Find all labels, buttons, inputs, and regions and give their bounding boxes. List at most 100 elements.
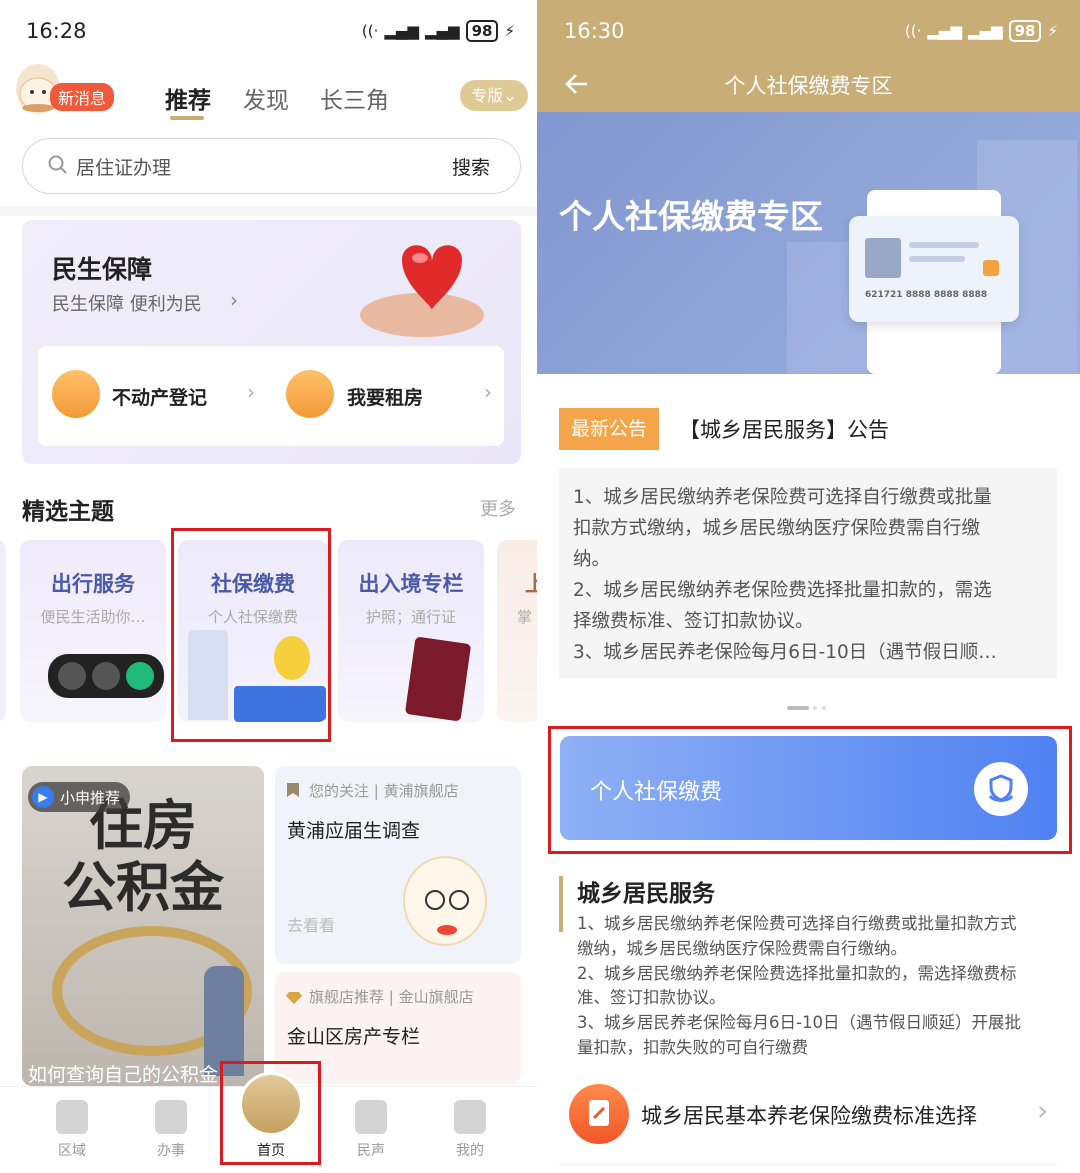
nav-profile[interactable]: 我的	[430, 1100, 510, 1160]
featured-more-link[interactable]: 更多	[480, 495, 516, 521]
notice-title: 【城乡居民服务】公告	[679, 418, 889, 442]
nav-label: 我的	[456, 1143, 484, 1159]
chevron-right-icon: ›	[230, 288, 238, 312]
chip-icon	[983, 260, 999, 276]
pager-dot-active	[787, 706, 809, 710]
battery-icon: 98	[1008, 20, 1042, 42]
featured-title: 精选主题	[22, 499, 114, 525]
edition-dropdown[interactable]: 专版⌄	[460, 80, 528, 111]
feed-item-title: 黄浦应届生调查	[287, 820, 421, 842]
chevron-down-icon: ⌄	[503, 86, 517, 105]
card-subtitle: 便民生活助你…	[40, 608, 146, 626]
notice-line: 扣款方式缴纳，城乡居民缴纳医疗保险费需自行缴	[573, 518, 981, 539]
video-badge-label: 小申推荐	[60, 788, 121, 807]
banner-title: 民生保障	[52, 255, 153, 284]
link-real-estate-registration[interactable]: 不动产登记	[112, 383, 207, 410]
service-line: 1、城乡居民缴纳养老保险费可选择自行缴费或批量扣款方式	[577, 914, 1017, 933]
status-icons: ((· ▂▄▆ ▂▄▆ 98 ⚡	[362, 20, 515, 42]
desk-image	[234, 686, 326, 722]
card-subtitle: 个人社保缴费	[207, 608, 298, 626]
service-line: 缴纳，城乡居民缴纳医疗保险费需自行缴纳。	[577, 938, 907, 958]
chevron-right-icon: ›	[247, 380, 255, 404]
list-item-label: 城乡居民基本养老保险缴费标准选择	[641, 1104, 977, 1128]
pension-standard-list-item[interactable]: 城乡居民基本养老保险缴费标准选择 ›	[559, 1082, 1079, 1162]
notice-text: 1、城乡居民缴纳养老保险费可选择自行缴费或批量 扣款方式缴纳，城乡居民缴纳医疗保…	[573, 482, 997, 668]
id-photo-icon	[865, 238, 901, 278]
hand-shield-icon	[974, 762, 1028, 816]
feature-card-partial[interactable]	[0, 540, 6, 722]
nav-label: 办事	[157, 1143, 185, 1159]
signal-icon-2: ▂▄▆	[424, 22, 460, 40]
search-button[interactable]: 搜索	[452, 153, 490, 180]
active-tab-indicator	[170, 116, 204, 120]
notice-line: 1、城乡居民缴纳养老保险费可选择自行缴费或批量	[573, 487, 992, 508]
banner-subtitle: 民生保障 便利为民	[52, 294, 202, 315]
nav-label: 民声	[357, 1143, 385, 1159]
feature-card-travel[interactable]: 出行服务 便民生活助你…	[20, 540, 166, 722]
card-line	[909, 242, 979, 248]
notice-line: 3、城乡居民养老保险每月6日-10日（遇节假日顺…	[573, 642, 997, 663]
card-line	[909, 256, 965, 262]
traffic-light-icon	[48, 654, 164, 698]
search-icon	[48, 155, 68, 175]
feed-item-action[interactable]: 去看看	[287, 912, 335, 936]
rent-document-icon	[286, 370, 334, 418]
nav-region[interactable]: 区域	[32, 1100, 112, 1160]
status-time: 16:30	[564, 19, 625, 43]
notice-tag: 最新公告	[559, 408, 659, 450]
feed-item-card[interactable]: 您的关注 | 黄浦旗舰店 黄浦应届生调查 去看看	[275, 766, 521, 964]
home-tower-icon	[239, 1072, 303, 1136]
flower-icon	[355, 1100, 387, 1134]
service-line: 准、签订扣款协议。	[577, 988, 726, 1008]
card-title: 上	[525, 572, 537, 596]
nav-home[interactable]: 首页	[231, 1072, 311, 1160]
card-title: 出入境专栏	[358, 572, 464, 596]
charging-icon: ⚡	[504, 22, 515, 40]
feature-card-partial-right[interactable]: 上 掌	[497, 540, 537, 722]
diamond-icon	[285, 990, 303, 1004]
region-icon	[56, 1100, 88, 1134]
feed-item-card[interactable]: 旗舰店推荐 | 金山旗舰店 金山区房产专栏	[275, 972, 521, 1084]
tab-yangtze-delta[interactable]: 长三角	[320, 81, 389, 115]
battery-icon: 98	[465, 20, 499, 42]
heart-hands-image	[342, 220, 512, 340]
notice-body: 1、城乡居民缴纳养老保险费可选择自行缴费或批量 扣款方式缴纳，城乡居民缴纳医疗保…	[559, 468, 1057, 678]
link-rent-house[interactable]: 我要租房	[347, 383, 423, 410]
personal-social-insurance-pay-button[interactable]: 个人社保缴费	[560, 736, 1057, 840]
tab-recommend[interactable]: 推荐	[165, 81, 211, 115]
banner-links-panel	[38, 346, 504, 446]
search-input[interactable]: 居住证办理	[76, 153, 171, 180]
service-line: 2、城乡居民缴纳养老保险费选择批量扣款的，需选择缴费标	[577, 963, 1017, 983]
pay-button-label: 个人社保缴费	[590, 780, 723, 805]
service-title: 城乡居民服务	[577, 881, 715, 907]
card-subtitle: 掌	[517, 608, 533, 626]
video-poster-text-2: 公积金	[62, 856, 224, 919]
status-time: 16:28	[26, 19, 87, 43]
signal-icon: ▂▄▆	[384, 22, 419, 40]
nav-services[interactable]: 办事	[131, 1100, 211, 1160]
livelihood-banner[interactable]: 民生保障 民生保障 便利为民 › 不动产登记 › 我要租房 ›	[22, 220, 521, 464]
mascot-image	[403, 856, 487, 946]
video-card[interactable]: 住房 公积金	[22, 766, 264, 1086]
service-line: 量扣款，扣款失败的可自行缴费	[577, 1037, 808, 1057]
bank-card-image: 621721 8888 8888 8888	[849, 216, 1019, 322]
feed-item-source: 您的关注 | 黄浦旗舰店	[309, 782, 459, 800]
divider	[559, 1164, 1057, 1165]
video-badge: ▶ 小申推荐	[28, 782, 131, 812]
notice-line: 纳。	[573, 549, 611, 570]
pen-icon	[155, 1100, 187, 1134]
house-icon	[52, 370, 100, 418]
new-message-badge[interactable]: 新消息	[50, 83, 115, 111]
worker-image	[274, 636, 310, 680]
notice-line: 择缴费标准、签订扣款协议。	[573, 611, 814, 632]
feature-card-social-insurance[interactable]: 社保缴费 个人社保缴费	[178, 540, 328, 722]
passport-image	[404, 636, 472, 722]
feature-card-exit-entry[interactable]: 出入境专栏 护照；通行证	[338, 540, 484, 722]
left-screen: 16:28 ((· ▂▄▆ ▂▄▆ 98 ⚡ 新消息 推荐 发现 长三角 专版⌄…	[0, 0, 537, 1173]
card-title: 社保缴费	[211, 572, 295, 596]
tab-discover[interactable]: 发现	[243, 81, 289, 115]
section-accent	[559, 876, 563, 932]
nav-public-voice[interactable]: 民声	[331, 1100, 411, 1160]
divider	[0, 206, 537, 216]
signal-icon-2: ▂▄▆	[967, 22, 1003, 40]
